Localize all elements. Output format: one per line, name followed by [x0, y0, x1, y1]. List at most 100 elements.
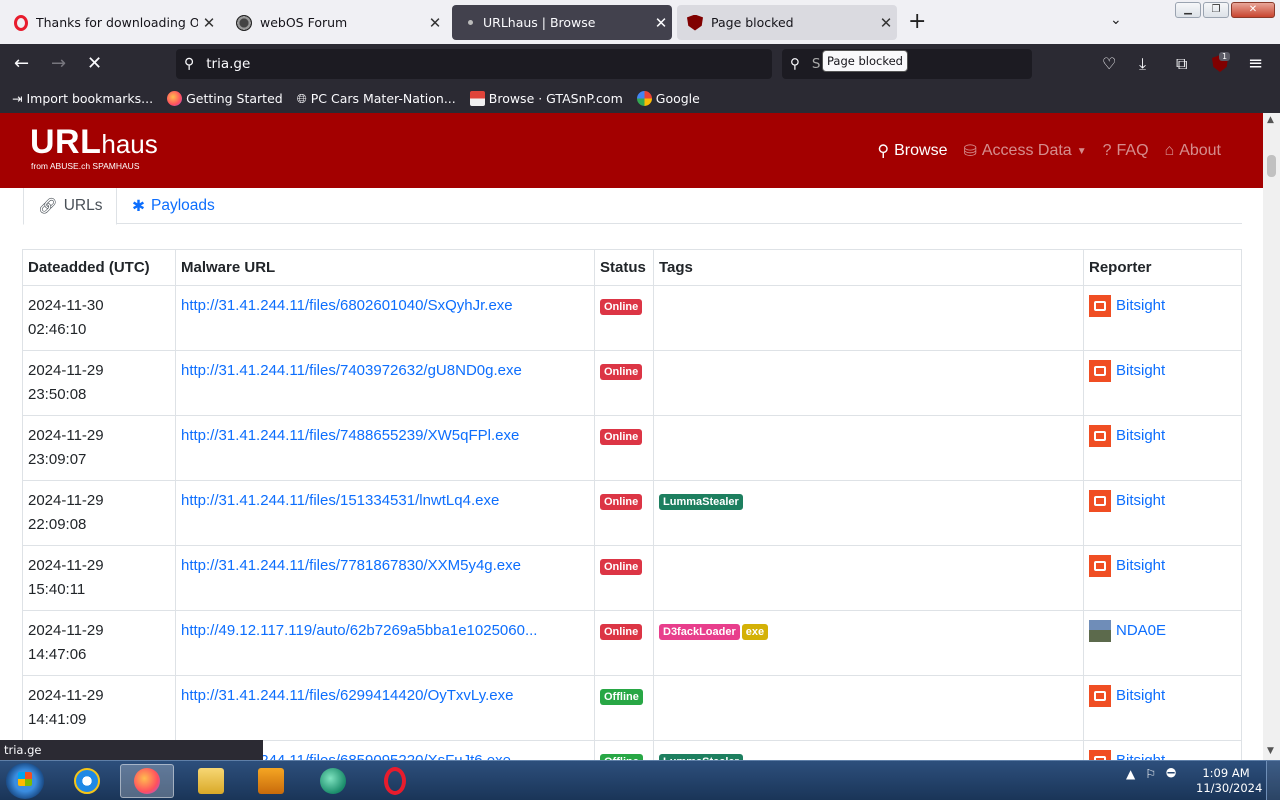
bookmark-google[interactable]: Google — [636, 91, 700, 106]
import-icon: ⇥ — [12, 91, 23, 106]
table-row: 2024-11-29 15:40:11 http://31.41.244.11/fi… — [22, 545, 1242, 611]
reporter-link[interactable]: Bitsight — [1116, 749, 1165, 760]
pocket-icon[interactable]: ♡ — [1102, 53, 1116, 75]
extensions-icon[interactable]: ⧉ — [1176, 53, 1187, 75]
menu-access-data[interactable]: ⛁ Access Data ▼ — [963, 141, 1086, 161]
scroll-down-icon[interactable]: ▼ — [1267, 746, 1274, 756]
malware-url-link[interactable]: http://31.41.244.11/files/6299414420/OyT… — [181, 687, 513, 704]
status-cell: Online — [594, 545, 654, 611]
tab-title: URLhaus | Browse — [483, 15, 596, 30]
close-window-icon[interactable]: ✕ — [1231, 2, 1275, 18]
back-arrow-icon[interactable]: ← — [14, 53, 29, 75]
tray-expand-icon[interactable]: ▲ — [1126, 767, 1135, 781]
close-tab-icon[interactable]: ✕ — [650, 14, 672, 32]
time-text: 14:41:09 — [28, 711, 87, 728]
table-row: 2024-11-29 23:09:07 http://31.41.244.11/fi… — [22, 415, 1242, 481]
bitsight-icon — [1089, 295, 1111, 317]
tab-page-blocked[interactable]: Page blocked ✕ — [677, 5, 897, 40]
webos-icon — [236, 14, 252, 31]
gtasnp-icon — [469, 91, 485, 106]
menu-label: About — [1179, 142, 1221, 159]
loading-dot-icon — [468, 20, 473, 25]
stop-loading-icon[interactable]: ✕ — [87, 53, 102, 75]
firefox-icon — [134, 768, 160, 794]
page-viewport: URLhaus from ABUSE.ch SPAMHAUS ⚲ Browse … — [0, 113, 1263, 760]
forward-arrow-icon[interactable]: → — [51, 53, 66, 75]
action-center-icon[interactable]: ⚐ — [1145, 767, 1156, 781]
reporter-cell: Bitsight — [1083, 285, 1242, 351]
malware-url-link[interactable]: http://31.41.244.11/files/7781867830/XXM… — [181, 557, 521, 574]
globe-icon: 🌐︎ — [296, 90, 307, 106]
reporter-cell: Bitsight — [1083, 740, 1242, 760]
reporter-link[interactable]: Bitsight — [1116, 424, 1165, 448]
malware-url-table: Dateadded (UTC) Malware URL Status Tags … — [22, 249, 1242, 760]
reporter-link[interactable]: NDA0E — [1116, 619, 1166, 643]
reporter-link[interactable]: Bitsight — [1116, 554, 1165, 578]
time-text: 22:09:08 — [28, 516, 87, 533]
bookmark-gtasnp[interactable]: Browse · GTASnP.com — [469, 91, 623, 106]
tab-opera-download[interactable]: Thanks for downloading Opera ✕ — [4, 5, 220, 40]
page-scrollbar[interactable]: ▲ ▼ — [1263, 113, 1280, 760]
close-tab-icon[interactable]: ✕ — [198, 14, 220, 32]
address-bar[interactable]: ⚲ tria.ge — [176, 49, 772, 79]
taskbar-app[interactable] — [306, 764, 360, 798]
malware-url-link[interactable]: http://31.41.244.11/files/7403972632/gU8… — [181, 362, 522, 379]
tab-payloads[interactable]: ✱ Payloads — [118, 188, 229, 224]
scroll-up-icon[interactable]: ▲ — [1267, 115, 1274, 125]
tab-urlhaus-browse[interactable]: URLhaus | Browse ✕ — [452, 5, 672, 40]
column-header: Dateadded (UTC) — [22, 249, 176, 286]
downloads-icon[interactable]: ⤓ — [1139, 53, 1146, 75]
table-row: 2024-11-29 14:47:06 http://49.12.117.119/a… — [22, 610, 1242, 676]
tag-badge[interactable]: D3fackLoader — [659, 624, 740, 640]
tab-webos-forum[interactable]: webOS Forum ✕ — [226, 5, 446, 40]
network-icon[interactable]: ⛔︎ — [1166, 766, 1176, 781]
list-all-tabs-chevron-icon[interactable]: ⌄ — [1110, 12, 1122, 28]
bitsight-icon — [1089, 490, 1111, 512]
reporter-link[interactable]: Bitsight — [1116, 359, 1165, 383]
reporter-link[interactable]: Bitsight — [1116, 294, 1165, 318]
menu-about[interactable]: ⌂ About — [1165, 141, 1221, 161]
reporter-link[interactable]: Bitsight — [1116, 684, 1165, 708]
taskbar-firefox[interactable] — [120, 764, 174, 798]
tag-badge[interactable]: LummaStealer — [659, 494, 743, 510]
bookmark-label: Google — [655, 91, 700, 106]
menu-faq[interactable]: ? FAQ — [1103, 141, 1149, 161]
media-player-icon — [258, 768, 284, 794]
urlhaus-logo[interactable]: URLhaus — [30, 123, 158, 162]
taskbar-media-player[interactable] — [244, 764, 298, 798]
show-desktop-button[interactable] — [1266, 761, 1280, 800]
close-tab-icon[interactable]: ✕ — [875, 14, 897, 32]
menu-browse[interactable]: ⚲ Browse — [877, 141, 947, 161]
bookmark-getting-started[interactable]: Getting Started — [167, 91, 283, 106]
scrollbar-thumb[interactable] — [1267, 155, 1276, 177]
malware-url-link[interactable]: http://49.12.117.119/auto/62b7269a5bba1e… — [181, 622, 537, 639]
time-text: 23:50:08 — [28, 386, 87, 403]
reporter-cell: Bitsight — [1083, 415, 1242, 481]
taskbar-file-explorer[interactable] — [184, 764, 238, 798]
tab-urls[interactable]: 🔗︎ URLs — [23, 188, 118, 225]
tag-badge[interactable]: exe — [741, 624, 769, 640]
malware-url-link[interactable]: http://31.41.244.11/files/7488655239/XW5… — [181, 427, 519, 444]
close-tab-icon[interactable]: ✕ — [424, 14, 446, 32]
taskbar-opera[interactable] — [368, 764, 422, 798]
malware-url-link[interactable]: http://31.41.244.11/files/6802601040/SxQ… — [181, 297, 513, 314]
database-icon: ⛁ — [963, 143, 977, 160]
tags-cell — [653, 350, 1084, 416]
minimize-icon[interactable]: ▁ — [1175, 2, 1201, 18]
system-clock[interactable]: 1:09 AM 11/30/2024 — [1196, 766, 1262, 796]
bookmark-import[interactable]: ⇥ Import bookmarks... — [12, 91, 153, 106]
taskbar: ▲ ⚐ ⛔︎ 1:09 AM 11/30/2024 — [0, 760, 1280, 800]
restore-icon[interactable]: ❐ — [1203, 2, 1229, 18]
start-button[interactable] — [6, 763, 44, 799]
internet-explorer-icon — [74, 768, 100, 794]
new-tab-icon[interactable]: + — [908, 10, 926, 34]
menu-hamburger-icon[interactable]: ≡ — [1248, 53, 1263, 75]
date-text: 2024-11-29 — [28, 687, 104, 704]
date-cell: 2024-11-29 23:50:08 — [22, 350, 176, 416]
taskbar-internet-explorer[interactable] — [60, 764, 114, 798]
malware-url-link[interactable]: http://31.41.244.11/files/151334531/lnwt… — [181, 492, 499, 509]
reporter-link[interactable]: Bitsight — [1116, 489, 1165, 513]
bookmark-pc-cars[interactable]: 🌐︎ PC Cars Mater-Nation... — [297, 91, 456, 107]
bitsight-icon — [1089, 750, 1111, 760]
search-bar-text: S — [811, 56, 821, 72]
